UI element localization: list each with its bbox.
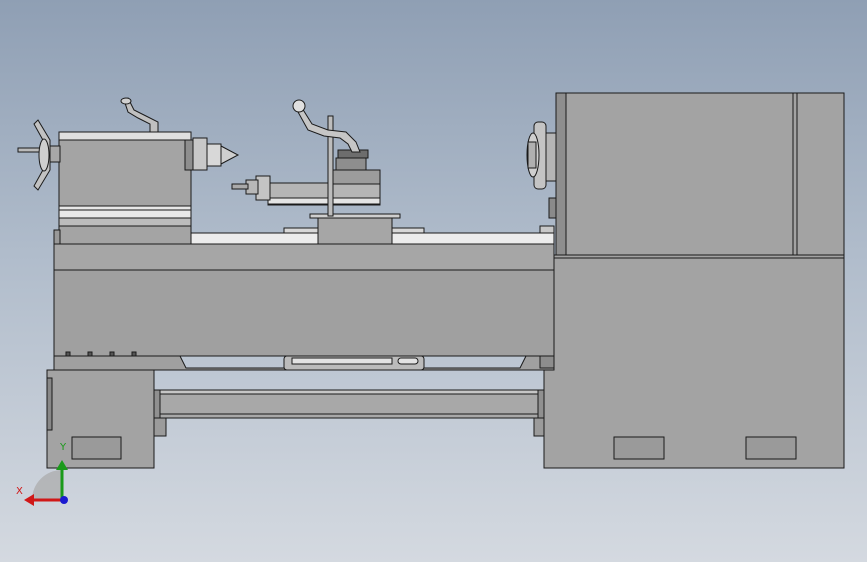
spindle-chuck bbox=[526, 121, 557, 190]
handwheel bbox=[17, 119, 61, 191]
tool-post bbox=[231, 175, 271, 201]
cabinet-panel bbox=[71, 436, 122, 460]
headstock bbox=[548, 92, 845, 256]
x-axis-label: X bbox=[16, 486, 23, 497]
compound-handle bbox=[292, 99, 361, 153]
tailstock-center bbox=[192, 137, 240, 171]
tailstock-lever bbox=[120, 97, 159, 133]
lathe-drawing bbox=[17, 92, 845, 506]
y-axis-label: Y bbox=[60, 442, 67, 453]
coordinate-triad bbox=[24, 460, 68, 506]
left-cabinet bbox=[46, 369, 545, 469]
chip-tray bbox=[153, 389, 545, 419]
cabinet-panel-left bbox=[613, 436, 665, 460]
right-cabinet bbox=[543, 254, 845, 469]
cad-viewport[interactable]: X Y bbox=[0, 0, 867, 562]
lathe-bed bbox=[53, 243, 555, 371]
cabinet-panel-right bbox=[745, 436, 797, 460]
tailstock bbox=[53, 131, 194, 245]
